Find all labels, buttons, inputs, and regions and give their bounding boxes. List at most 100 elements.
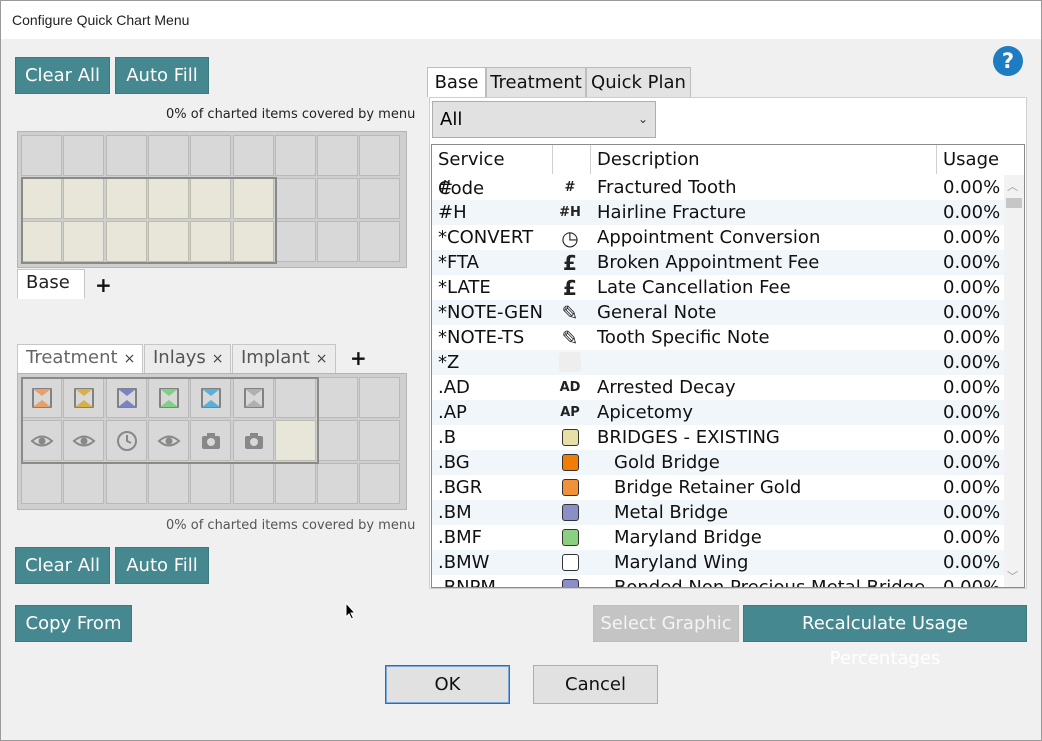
grid-cell[interactable] xyxy=(274,463,316,504)
row-description: Tooth Specific Note xyxy=(597,327,770,348)
grid-cell[interactable] xyxy=(63,463,105,504)
menu-selection-box[interactable] xyxy=(21,377,319,464)
table-scrollbar[interactable]: ︿ ﹀ xyxy=(1004,175,1024,587)
grid-cell[interactable] xyxy=(21,463,62,504)
tab-quick-plan[interactable]: Quick Plan xyxy=(586,67,691,98)
grid-cell[interactable] xyxy=(147,463,189,504)
table-row[interactable]: *NOTE-GEN ✎ General Note 0.00% xyxy=(432,300,1004,325)
treatment-coverage-caption: 0% of charted items covered by menu xyxy=(166,518,416,533)
row-usage: 0.00% xyxy=(943,177,1001,198)
grid-cell[interactable] xyxy=(359,221,401,262)
auto-fill-button-top[interactable]: Auto Fill xyxy=(115,57,209,94)
close-inlays-tab-icon[interactable]: × xyxy=(212,351,224,367)
table-row[interactable]: .BNPM Bonded Non Precious Metal Bridge 0.0… xyxy=(432,575,1004,587)
grid-cell[interactable] xyxy=(190,135,232,176)
clear-all-button-bottom[interactable]: Clear All xyxy=(15,547,110,584)
table-row[interactable]: .AD AD Arrested Decay 0.00% xyxy=(432,375,1004,400)
table-row[interactable]: *FTA £ Broken Appointment Fee 0.00% xyxy=(432,250,1004,275)
scrollbar-thumb[interactable] xyxy=(1006,198,1022,208)
grid-cell[interactable] xyxy=(190,463,232,504)
grid-cell[interactable] xyxy=(21,135,62,176)
tab-base-grid[interactable]: Base xyxy=(17,269,85,299)
table-row[interactable]: .BMF Maryland Bridge 0.00% xyxy=(432,525,1004,550)
grid-cell[interactable] xyxy=(232,135,274,176)
add-base-tab-button[interactable]: + xyxy=(95,273,112,297)
grid-cell[interactable] xyxy=(147,135,189,176)
scroll-up-icon[interactable]: ︿ xyxy=(1007,178,1018,194)
table-row[interactable]: *LATE £ Late Cancellation Fee 0.00% xyxy=(432,275,1004,300)
header-description[interactable]: Description xyxy=(591,145,937,174)
select-graphic-button[interactable]: Select Graphic xyxy=(593,605,739,642)
metal-bridge-icon xyxy=(558,502,582,524)
table-row[interactable]: .BGR Bridge Retainer Gold 0.00% xyxy=(432,475,1004,500)
tab-treatment-label: Treatment xyxy=(26,347,118,368)
treatment-quick-chart-grid[interactable] xyxy=(17,373,407,510)
header-usage[interactable]: Usage xyxy=(937,145,999,174)
grid-cell[interactable] xyxy=(105,463,147,504)
grid-cell[interactable] xyxy=(317,463,359,504)
grid-cell[interactable] xyxy=(232,463,274,504)
grid-cell[interactable] xyxy=(105,135,147,176)
header-icon[interactable] xyxy=(553,145,591,174)
row-service-code: .BGR xyxy=(438,477,483,498)
base-coverage-caption: 0% of charted items covered by menu xyxy=(166,107,416,122)
grid-cell[interactable] xyxy=(359,135,401,176)
grid-cell[interactable] xyxy=(274,135,316,176)
table-row[interactable]: .BMW Maryland Wing 0.00% xyxy=(432,550,1004,575)
grid-cell[interactable] xyxy=(359,178,401,219)
header-service-code[interactable]: Service Code xyxy=(432,145,553,199)
copy-from-button[interactable]: Copy From xyxy=(15,605,132,642)
table-row[interactable]: #H #H Hairline Fracture 0.00% xyxy=(432,200,1004,225)
cancel-button[interactable]: Cancel xyxy=(533,665,658,704)
table-row[interactable]: # # Fractured Tooth 0.00% xyxy=(432,175,1004,200)
close-implant-tab-icon[interactable]: × xyxy=(316,351,328,367)
bridge-retainer-gold-icon xyxy=(558,477,582,499)
scroll-down-icon[interactable]: ﹀ xyxy=(1007,568,1018,584)
add-treatment-tab-button[interactable]: + xyxy=(350,346,367,370)
table-row[interactable]: *CONVERT ◷ Appointment Conversion 0.00% xyxy=(432,225,1004,250)
clear-all-button-top[interactable]: Clear All xyxy=(15,57,110,94)
table-row[interactable]: .BG Gold Bridge 0.00% xyxy=(432,450,1004,475)
grid-cell[interactable] xyxy=(359,377,401,418)
recalculate-usage-button[interactable]: Recalculate Usage Percentages xyxy=(743,605,1027,669)
tab-treatment[interactable]: Treatment xyxy=(486,67,586,98)
auto-fill-button-bottom[interactable]: Auto Fill xyxy=(115,547,209,584)
grid-cell[interactable] xyxy=(317,178,359,219)
row-usage: 0.00% xyxy=(943,352,1001,373)
row-description: Appointment Conversion xyxy=(597,227,821,248)
table-row[interactable]: .BM Metal Bridge 0.00% xyxy=(432,500,1004,525)
close-treatment-tab-icon[interactable]: × xyxy=(124,351,136,367)
grid-cell[interactable] xyxy=(317,221,359,262)
grid-cell[interactable] xyxy=(317,135,359,176)
row-service-code: *LATE xyxy=(438,277,491,298)
blank-icon xyxy=(558,352,582,374)
help-icon[interactable]: ? xyxy=(993,46,1023,76)
hash-icon: # xyxy=(564,180,576,195)
row-usage: 0.00% xyxy=(943,502,1001,523)
grid-cell[interactable] xyxy=(317,377,359,418)
grid-cell[interactable] xyxy=(274,178,316,219)
row-description: General Note xyxy=(597,302,717,323)
tab-inlays-grid[interactable]: Inlays × xyxy=(144,344,231,374)
table-row[interactable]: .AP AP Apicetomy 0.00% xyxy=(432,400,1004,425)
grid-cell[interactable] xyxy=(359,463,401,504)
grid-cell[interactable] xyxy=(63,135,105,176)
pound-icon: £ xyxy=(563,251,577,275)
grid-cell[interactable] xyxy=(359,420,401,461)
table-row[interactable]: .B BRIDGES - EXISTING 0.00% xyxy=(432,425,1004,450)
row-service-code: # xyxy=(438,177,454,198)
grid-cell[interactable] xyxy=(317,420,359,461)
tab-implant-grid[interactable]: Implant × xyxy=(232,344,336,374)
table-row[interactable]: *Z 0.00% xyxy=(432,350,1004,375)
tab-treatment-grid[interactable]: Treatment × xyxy=(17,344,143,374)
tab-base[interactable]: Base xyxy=(427,67,486,98)
row-service-code: *Z xyxy=(438,352,460,373)
menu-selection-box[interactable] xyxy=(21,177,277,264)
ok-button[interactable]: OK xyxy=(385,665,510,704)
row-service-code: .AP xyxy=(438,402,467,423)
base-quick-chart-grid[interactable] xyxy=(17,131,407,268)
table-row[interactable]: *NOTE-TS ✎ Tooth Specific Note 0.00% xyxy=(432,325,1004,350)
grid-cell[interactable] xyxy=(274,221,316,262)
filter-dropdown[interactable]: All ⌄ xyxy=(432,101,656,138)
chevron-down-icon: ⌄ xyxy=(637,112,648,126)
